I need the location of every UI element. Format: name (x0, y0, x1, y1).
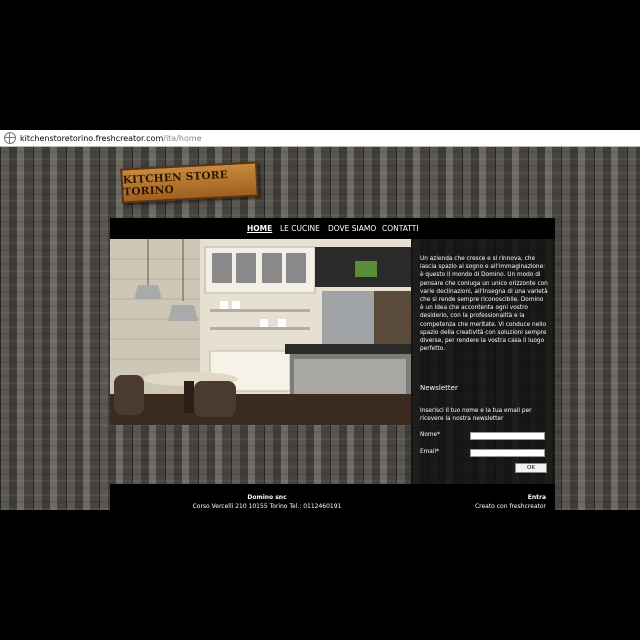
newsletter-title: Newsletter (420, 384, 458, 392)
logo-text: KITCHEN STORE TORINO (122, 168, 229, 198)
main-nav: HOME LE CUCINE DOVE SIAMO CONTATTI (110, 218, 555, 239)
footer-address: Corso Vercelli 210 10155 Torino Tel.: 01… (192, 503, 342, 510)
footer-company: Domino snc (247, 494, 287, 501)
login-link[interactable]: Entra (440, 493, 546, 502)
name-label: Nome* (420, 432, 440, 438)
content-panel: Un azienda che cresce e si rinnova, che … (411, 239, 555, 504)
kitchen-illustration (110, 239, 411, 425)
email-label: Email* (420, 449, 439, 455)
globe-icon (4, 132, 16, 144)
intro-text: Un azienda che cresce e si rinnova, che … (420, 256, 548, 353)
kitchen-photo (110, 239, 411, 425)
site-footer: Domino snc Corso Vercelli 210 10155 Tori… (110, 484, 555, 510)
site-logo[interactable]: KITCHEN STORE TORINO (120, 161, 259, 204)
nav-home[interactable]: HOME (247, 224, 272, 233)
url-path: /ita/home (163, 133, 202, 143)
url-text[interactable]: kitchenstoretorino.freshcreator.com/ita/… (20, 134, 202, 143)
nav-dove-siamo[interactable]: DOVE SIAMO (328, 224, 376, 233)
submit-button[interactable]: OK (515, 463, 547, 473)
newsletter-description: Inserisci il tuo nome e la tua email per… (420, 408, 532, 423)
site-container: HOME LE CUCINE DOVE SIAMO CONTATTI Un az… (110, 218, 555, 510)
name-input[interactable] (470, 432, 545, 440)
nav-contatti[interactable]: CONTATTI (382, 224, 419, 233)
url-host: kitchenstoretorino.freshcreator.com (20, 133, 164, 143)
email-input[interactable] (470, 449, 545, 457)
credit-link[interactable]: Creato con freshcreator (440, 502, 546, 511)
address-bar[interactable]: kitchenstoretorino.freshcreator.com/ita/… (0, 130, 640, 147)
nav-le-cucine[interactable]: LE CUCINE (280, 224, 320, 233)
